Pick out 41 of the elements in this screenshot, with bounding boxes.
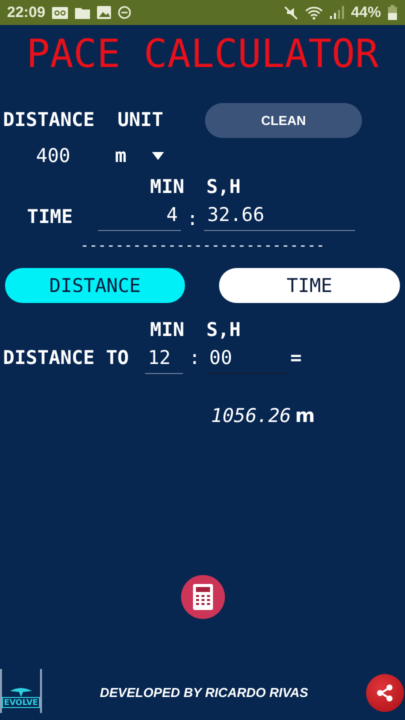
seconds-field[interactable]: 32.66: [204, 204, 356, 231]
share-button[interactable]: [366, 674, 404, 712]
seconds-label: S,H: [206, 319, 241, 341]
clean-button[interactable]: CLEAN: [205, 102, 362, 138]
calculate-button[interactable]: [180, 575, 224, 619]
image-icon: [97, 6, 112, 19]
time-label: TIME: [27, 206, 73, 228]
signal-icon: [330, 6, 344, 19]
distance-value[interactable]: 400: [36, 145, 96, 167]
minutes-field[interactable]: 12: [144, 347, 183, 374]
seconds-field[interactable]: 00: [206, 347, 288, 374]
result-unit: m: [295, 405, 315, 427]
dropdown-caret-icon[interactable]: [152, 152, 164, 160]
seconds-label: S,H: [206, 176, 241, 198]
do-not-disturb-icon: [118, 6, 132, 19]
minutes-field[interactable]: 4: [98, 204, 181, 231]
colon-separator: :: [186, 208, 198, 230]
folder-icon: [75, 6, 90, 18]
mute-icon: [284, 6, 298, 20]
developer-credit: DEVELOPED BY RICARDO RIVAS: [98, 685, 310, 700]
calculator-icon: [192, 584, 212, 610]
minutes-label: MIN: [150, 319, 184, 341]
unit-value[interactable]: m: [115, 145, 126, 167]
unit-label: UNIT: [118, 109, 164, 131]
result-value: 1056.26: [211, 405, 292, 427]
app-title: PACE CALCULATOR: [25, 33, 380, 77]
evolve-logo: EVOLVE: [0, 669, 42, 713]
clock: 22:09: [7, 4, 46, 21]
dashed-divider: ----------------------------: [79, 238, 326, 254]
mode-tab[interactable]: DISTANCE: [5, 268, 185, 303]
wifi-icon: [304, 6, 323, 20]
colon-separator: :: [188, 347, 200, 369]
equals-sign: =: [290, 347, 302, 369]
minutes-label: MIN: [150, 176, 184, 198]
distance-to-label: DISTANCE TO: [3, 347, 129, 369]
share-icon: [376, 684, 394, 702]
battery-percent: 44%: [350, 4, 381, 21]
mode-tab[interactable]: TIME: [219, 268, 400, 303]
voicemail-icon: [52, 6, 68, 18]
battery-icon: [388, 5, 397, 20]
distance-label: DISTANCE: [3, 109, 95, 131]
